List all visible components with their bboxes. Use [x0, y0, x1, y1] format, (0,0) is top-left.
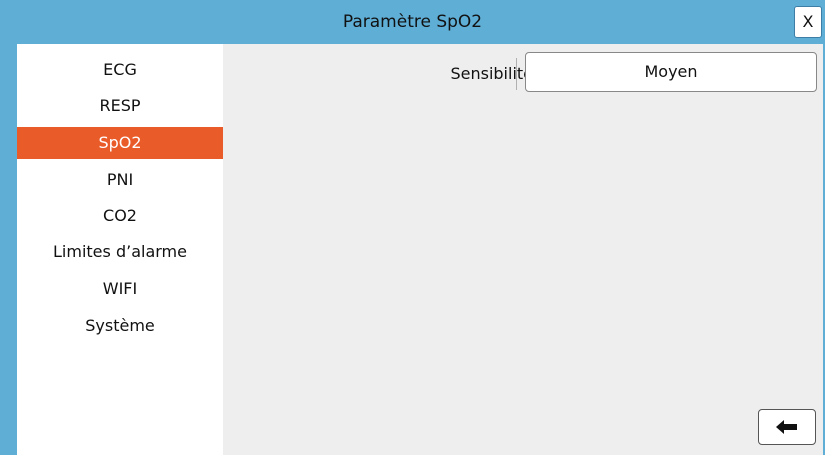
- sidebar-item-ecg[interactable]: ECG: [17, 54, 223, 86]
- settings-content: Sensibilité Moyen: [223, 44, 825, 455]
- title-bar: Paramètre SpO2 X: [0, 0, 825, 44]
- field-divider: [516, 58, 517, 90]
- page-title: Paramètre SpO2: [342, 12, 483, 32]
- sidebar-item-system[interactable]: Système: [17, 310, 223, 342]
- spo2-settings-screen: Paramètre SpO2 X ECG RESP SpO2 PNI CO2 L…: [0, 0, 825, 455]
- arrow-left-icon: [776, 420, 797, 434]
- sidebar-item-pni[interactable]: PNI: [17, 164, 223, 196]
- sidebar-item-alarm-limits[interactable]: Limites d’alarme: [17, 236, 223, 268]
- back-button[interactable]: [758, 409, 816, 445]
- sidebar-item-co2[interactable]: CO2: [17, 200, 223, 232]
- sensitivity-select[interactable]: Moyen: [525, 52, 817, 92]
- settings-sidebar: ECG RESP SpO2 PNI CO2 Limites d’alarme W…: [17, 44, 223, 455]
- sidebar-item-resp[interactable]: RESP: [17, 90, 223, 122]
- sidebar-item-wifi[interactable]: WIFI: [17, 273, 223, 305]
- sensitivity-label: Sensibilité: [450, 64, 533, 83]
- sidebar-item-spo2[interactable]: SpO2: [17, 127, 223, 159]
- close-button[interactable]: X: [794, 6, 822, 38]
- left-frame-strip: [0, 44, 17, 455]
